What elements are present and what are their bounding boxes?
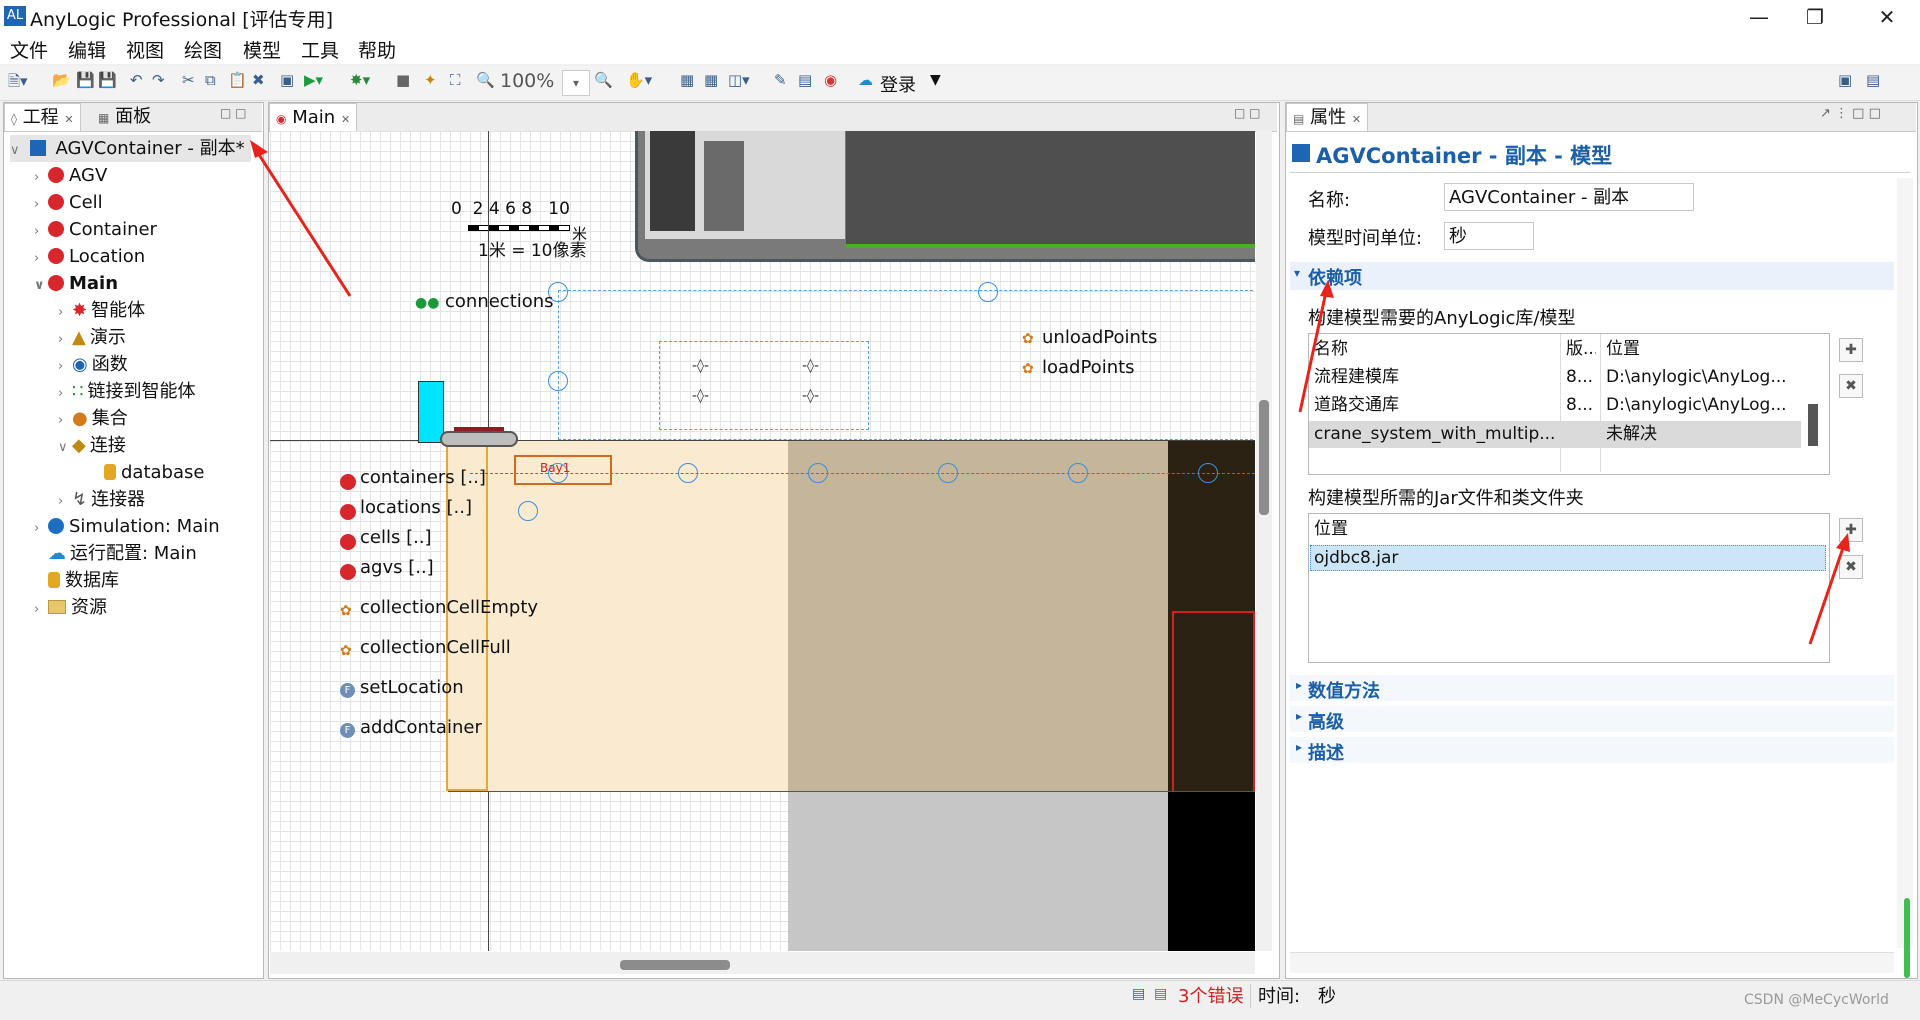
arrow-head <box>1320 280 1334 298</box>
arrow-to-add-jar <box>1808 544 1846 645</box>
arrow-head <box>250 140 268 158</box>
arrow-to-dependencies <box>1298 291 1328 413</box>
arrow-head <box>1836 533 1850 552</box>
arrow-to-root <box>254 149 352 297</box>
annotation-arrows <box>250 140 1850 645</box>
